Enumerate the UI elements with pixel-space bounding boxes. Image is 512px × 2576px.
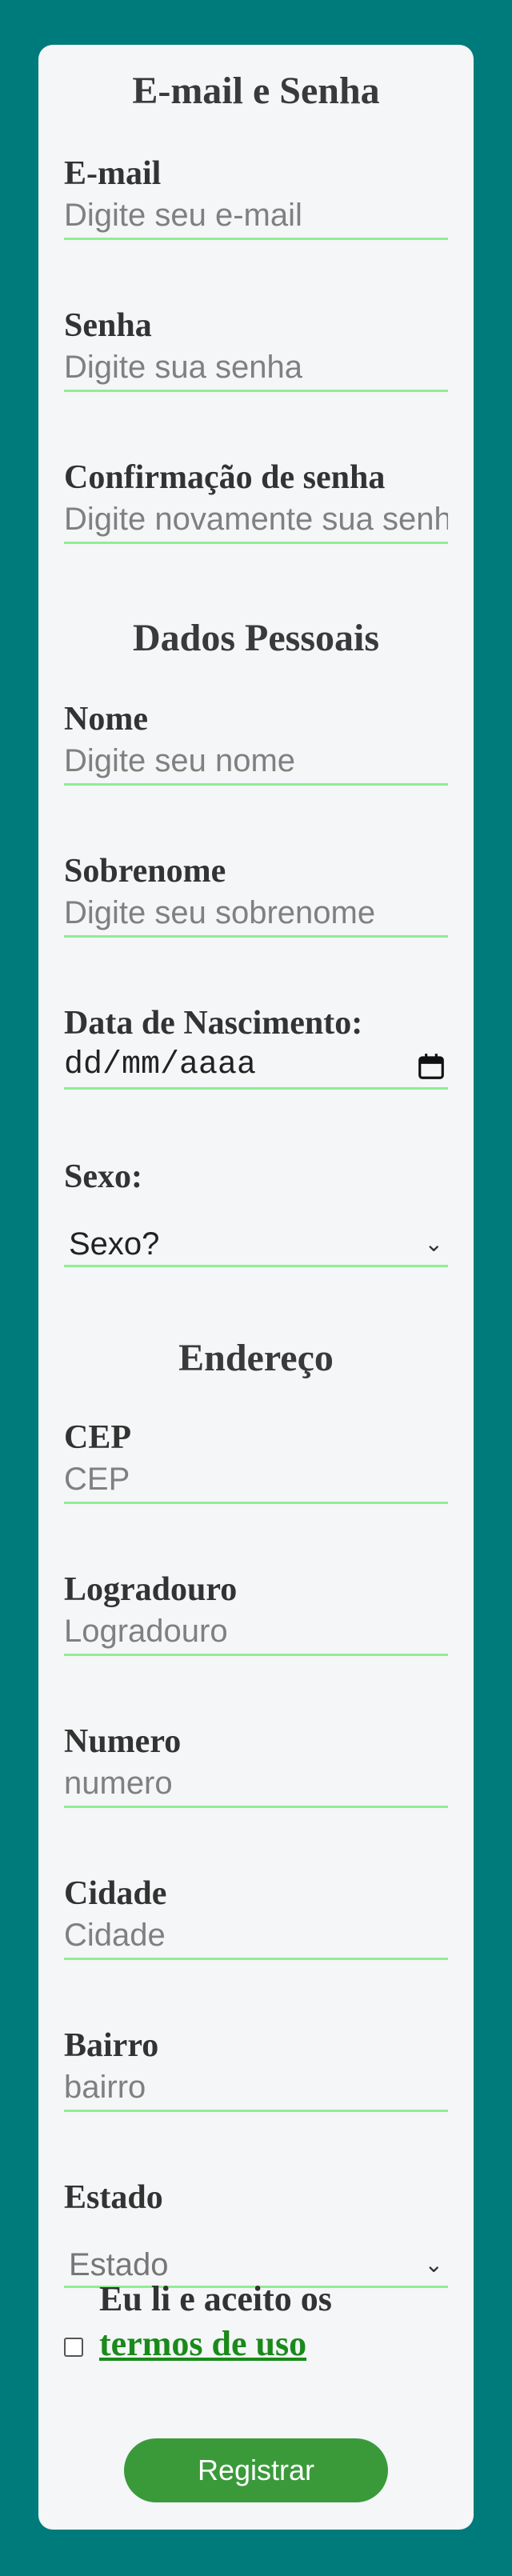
city-label: Cidade — [64, 1875, 167, 1912]
neighborhood-label: Bairro — [64, 2027, 159, 2064]
section-title-personal: Dados Pessoais — [132, 617, 380, 659]
calendar-icon[interactable] — [416, 1051, 446, 1082]
street-input[interactable] — [64, 1610, 448, 1656]
street-label: Logradouro — [64, 1571, 238, 1608]
email-label: E-mail — [64, 155, 162, 192]
birth-date-group: Data de Nascimento: dd/mm/aaaa — [64, 1003, 448, 1090]
number-label: Numero — [64, 1723, 182, 1760]
state-group: Estado Estado ⌄ — [64, 2178, 448, 2288]
cep-group: CEP — [64, 1418, 448, 1504]
number-group: Numero — [64, 1722, 448, 1808]
first-name-label: Nome — [64, 701, 148, 738]
sex-select-value: Sexo? — [69, 1226, 160, 1262]
city-input[interactable] — [64, 1914, 448, 1960]
last-name-input[interactable] — [64, 891, 448, 938]
password-input[interactable] — [64, 346, 448, 392]
password-group: Senha — [64, 306, 448, 392]
neighborhood-input[interactable] — [64, 2066, 448, 2112]
password-label: Senha — [64, 307, 152, 344]
sex-label: Sexo: — [64, 1158, 142, 1195]
section-title-address: Endereço — [178, 1337, 334, 1379]
chevron-down-icon: ⌄ — [424, 1230, 443, 1257]
password-confirm-label: Confirmação de senha — [64, 459, 386, 496]
register-button[interactable]: Registrar — [124, 2438, 388, 2502]
email-input[interactable] — [64, 194, 448, 240]
first-name-input[interactable] — [64, 739, 448, 786]
terms-link[interactable]: termos de uso — [99, 2322, 306, 2366]
last-name-label: Sobrenome — [64, 853, 226, 890]
password-confirm-input[interactable] — [64, 498, 448, 544]
chevron-down-icon: ⌄ — [424, 2251, 443, 2278]
password-confirm-group: Confirmação de senha — [64, 458, 448, 544]
cep-label: CEP — [64, 1419, 131, 1456]
sex-select[interactable]: Sexo? ⌄ — [64, 1221, 448, 1267]
sex-group: Sexo: Sexo? ⌄ — [64, 1157, 448, 1267]
last-name-group: Sobrenome — [64, 851, 448, 938]
state-label: Estado — [64, 2179, 163, 2216]
cep-input[interactable] — [64, 1458, 448, 1504]
neighborhood-group: Bairro — [64, 2026, 448, 2112]
number-input[interactable] — [64, 1762, 448, 1808]
birth-date-input[interactable]: dd/mm/aaaa — [64, 1043, 448, 1090]
registration-card: E-mail e Senha E-mail Senha Confirmação … — [38, 45, 474, 2530]
email-group: E-mail — [64, 154, 448, 240]
street-group: Logradouro — [64, 1570, 448, 1656]
birth-date-value: dd/mm/aaaa — [64, 1047, 257, 1083]
city-group: Cidade — [64, 1874, 448, 1960]
section-title-credentials: E-mail e Senha — [132, 70, 380, 112]
terms-checkbox[interactable] — [64, 2338, 83, 2357]
terms-text: Eu li e aceito os — [99, 2279, 332, 2318]
birth-date-label: Data de Nascimento: — [64, 1005, 363, 1042]
first-name-group: Nome — [64, 699, 448, 786]
